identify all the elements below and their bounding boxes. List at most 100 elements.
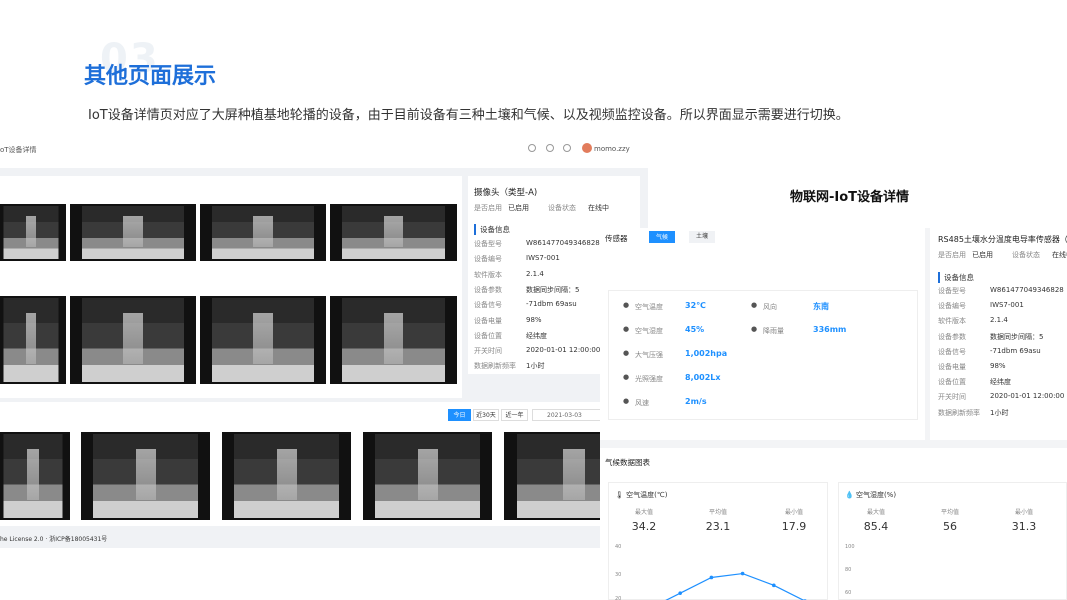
field-label: 设备信号 (938, 347, 966, 356)
avg-value: 23.1 (705, 520, 731, 533)
device-field: 设备电量 98% (938, 362, 1006, 372)
sensor-value: 东南 (813, 302, 829, 311)
field-value: 98% (526, 315, 542, 324)
max-stat: 最大值 85.4 (851, 507, 901, 533)
field-label: 设备参数 (474, 285, 502, 294)
page-title: oT设备详情 (0, 146, 37, 154)
arrow-icon: ● (751, 301, 758, 309)
avg-value: 56 (943, 520, 957, 533)
camera-feed[interactable] (0, 204, 66, 261)
field-value: 2.1.4 (990, 316, 1008, 325)
field-value: 经纬度 (526, 331, 547, 340)
bell-icon[interactable] (563, 144, 571, 152)
max-value: 85.4 (863, 520, 889, 533)
tab-climate[interactable]: 气候 (649, 231, 675, 243)
lastweek-button[interactable]: 近一年 (501, 409, 528, 421)
thermometer-icon: ● (623, 301, 630, 309)
field-label: 数据刷新频率 (938, 408, 980, 417)
sensor-value: 32℃ (685, 301, 706, 310)
field-value: 数据同步间隔：5 (990, 332, 1044, 341)
recording-thumbnail[interactable] (0, 432, 70, 520)
camera-feed[interactable] (70, 296, 196, 384)
y-tick: 40 (615, 544, 622, 550)
sensor-label: 空气湿度 (635, 327, 663, 335)
sensor-label: 降雨量 (763, 327, 784, 335)
iot-detail-heading: 物联网-IoT设备详情 (790, 190, 910, 205)
sensor-value: 1,002hpa (685, 349, 728, 358)
status-value: 在线中 (1052, 251, 1067, 259)
data-point (740, 571, 745, 576)
camera-feed[interactable] (200, 296, 326, 384)
field-value: 2.1.4 (526, 269, 544, 278)
date-picker[interactable]: 2021-03-03 (532, 409, 602, 421)
help-icon[interactable] (546, 144, 554, 152)
field-label: 数据刷新频率 (474, 362, 516, 371)
hum-chart-card: 💧 空气湿度(%) 最大值 85.4 平均值 56 最小值 31.3 100 80 6… (838, 482, 1067, 600)
camera-feed[interactable] (200, 204, 326, 261)
device-field: 设备参数 数据同步间隔：5 (474, 285, 579, 295)
min-value: 17.9 (781, 520, 807, 533)
field-label: 设备电量 (938, 363, 966, 371)
data-point (678, 591, 682, 595)
sensor-panel: 传感器 气候 土壤 ● 空气温度 32℃ ● 空气湿度 45% ● 大气压强 1,002hpa ●… (600, 228, 925, 440)
avg-stat: 平均值 23.1 (693, 507, 743, 533)
sun-icon: ● (623, 373, 630, 381)
field-label: 开关时间 (938, 393, 966, 402)
field-value: W861477049346828 (990, 286, 1064, 294)
sensor-value: 336mm (813, 325, 847, 334)
device-field: 设备位置 经纬度 (938, 377, 1011, 387)
status-field: 设备状态 在线中 (548, 203, 609, 213)
camera-feed[interactable] (70, 204, 196, 261)
last30-button[interactable]: 近30天 (473, 409, 499, 421)
device-field: 设备型号 W861477049346828 (474, 239, 600, 249)
field-label: 设备位置 (474, 331, 502, 340)
recording-thumbnail[interactable] (222, 432, 351, 520)
tab-soil[interactable]: 土壤 (689, 231, 715, 243)
min-stat: 最小值 17.9 (769, 507, 819, 533)
field-value: 98% (990, 362, 1006, 370)
slide-title: 其他页面展示 (84, 64, 217, 89)
hum-chart-title: 💧 空气湿度(%) (845, 491, 897, 499)
status-field: 设备状态 在线中 (1012, 250, 1067, 260)
search-icon[interactable] (528, 144, 536, 152)
field-value: IWS7-001 (990, 301, 1024, 310)
field-label: 设备编号 (938, 302, 966, 311)
data-point (772, 583, 776, 588)
temp-line-chart (665, 571, 807, 600)
camera-feed[interactable] (330, 204, 457, 261)
y-tick: 100 (845, 544, 855, 550)
field-label: 设备型号 (938, 287, 966, 295)
chart-section-title: 气候数据图表 (605, 458, 650, 467)
iot-detail-screenshot: 传感器 气候 土壤 ● 空气温度 32℃ ● 空气湿度 45% ● 大气压强 1,002hpa ●… (600, 228, 1067, 600)
field-value: -71dbm 69asu (526, 300, 577, 309)
field-value: 数据同步间隔：5 (526, 285, 580, 294)
username[interactable]: momo.zzy (594, 145, 630, 153)
max-stat: 最大值 34.2 (619, 507, 669, 533)
sensor-label: 传感器 (605, 234, 628, 243)
device-field: 开关时间 2020-01-01 12:00:00 (938, 392, 1064, 402)
rain-icon: ● (751, 325, 758, 333)
temp-chart-card: 🌡 空气温度(℃) 最大值 34.2 平均值 23.1 最小值 17.9 40 30 … (608, 482, 828, 600)
min-label: 最小值 (1014, 509, 1033, 516)
field-label: 软件版本 (474, 270, 502, 279)
chart-section: 气候数据图表 🌡 空气温度(℃) 最大值 34.2 平均值 23.1 最小值 17.9… (600, 448, 1067, 600)
today-button[interactable]: 今日 (448, 409, 471, 421)
y-tick: 30 (615, 572, 622, 578)
camera-feed[interactable] (0, 296, 66, 384)
series-line (665, 572, 805, 600)
camera-detail-screenshot: oT设备详情 momo.zzy 摄像头（类型-A) 是否启用 已启用 设备状态 在线… (0, 138, 648, 548)
camera-feed[interactable] (330, 296, 457, 384)
temp-chart-title: 🌡 空气温度(℃) (615, 491, 668, 499)
sensor-label: 大气压强 (635, 351, 663, 359)
enabled-label: 是否启用 (474, 204, 502, 212)
recording-thumbnail[interactable] (363, 432, 492, 520)
avatar[interactable] (582, 143, 592, 153)
enabled-field: 是否启用 已启用 (474, 203, 529, 213)
recording-thumbnail[interactable] (81, 432, 210, 520)
data-point (709, 575, 714, 580)
device-field: 数据刷新频率 1小时 (474, 361, 544, 371)
status-value: 在线中 (588, 204, 609, 212)
max-value: 34.2 (631, 520, 657, 533)
y-tick: 60 (845, 590, 852, 596)
device-title: 摄像头（类型-A) (474, 188, 538, 198)
